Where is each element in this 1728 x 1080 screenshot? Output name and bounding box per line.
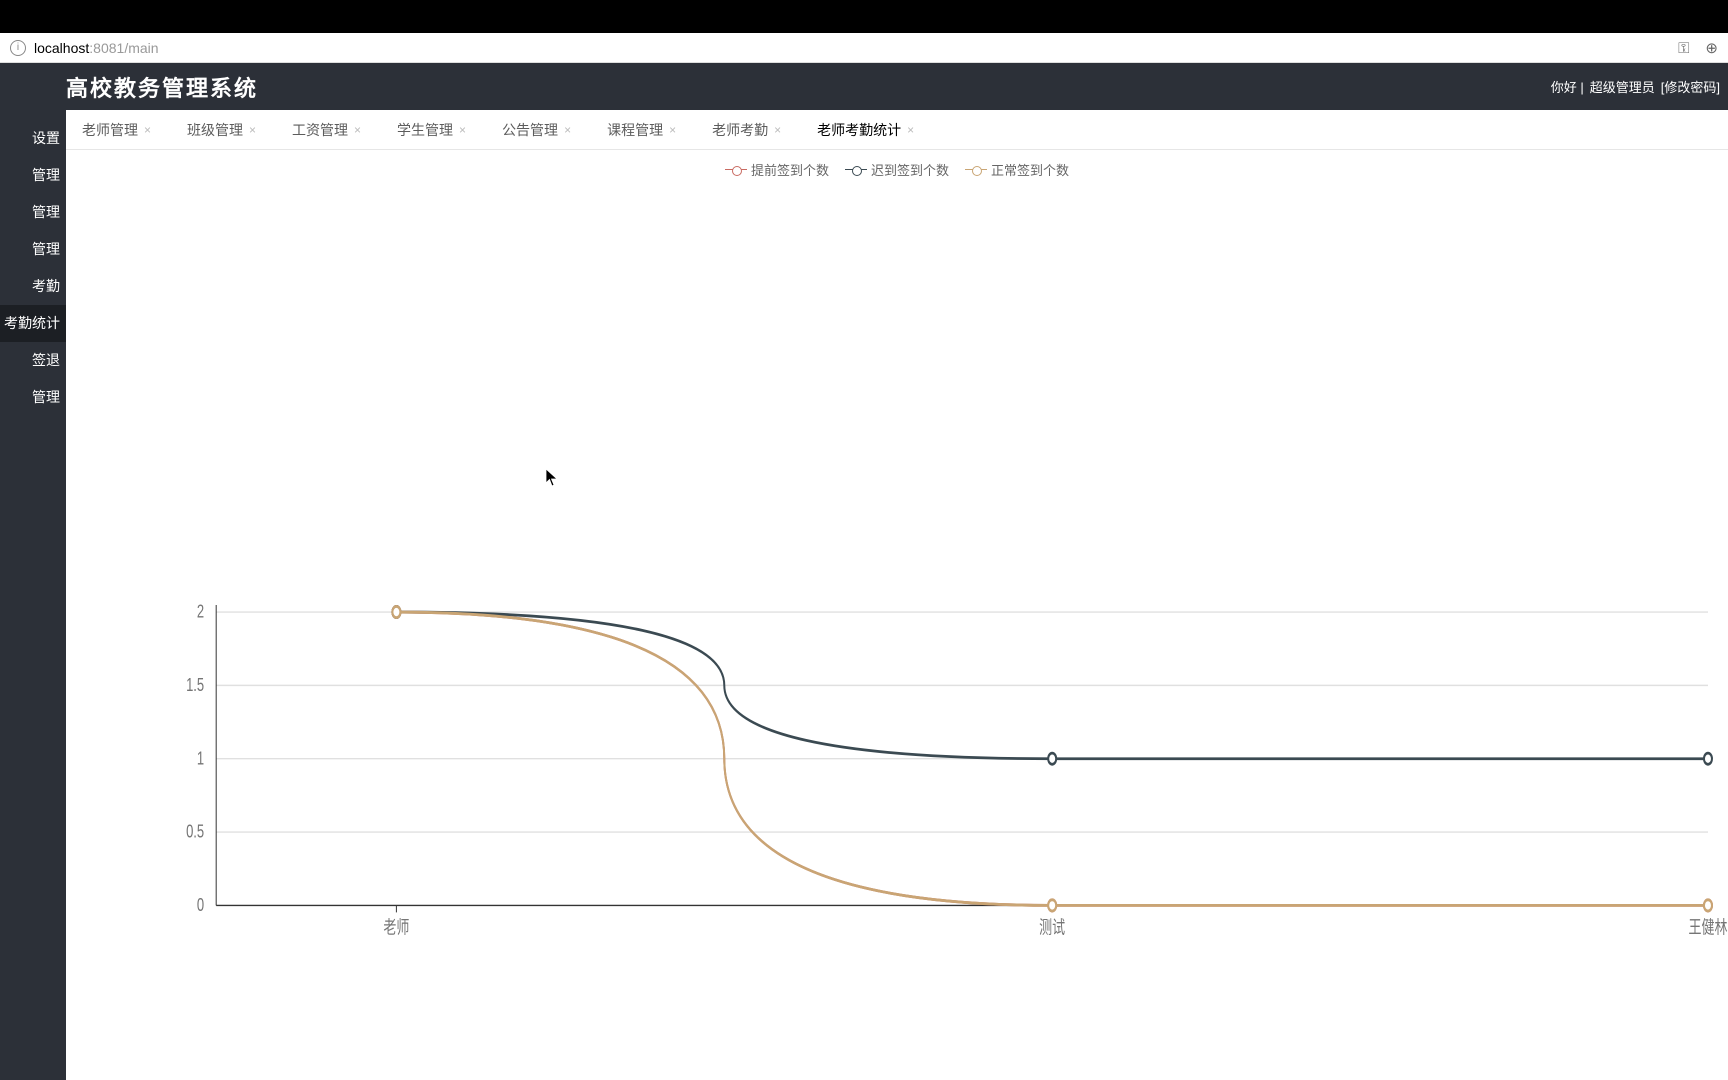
close-icon[interactable]: ×: [249, 123, 256, 137]
tabs-bar: 老师管理×班级管理×工资管理×学生管理×公告管理×课程管理×老师考勤×老师考勤统…: [66, 110, 1728, 150]
legend-item[interactable]: 正常签到个数: [965, 160, 1069, 179]
y-tick-label: 1: [197, 749, 204, 769]
legend-label: 提前签到个数: [751, 160, 829, 179]
window-top-black-bar: [0, 0, 1728, 33]
close-icon[interactable]: ×: [669, 123, 676, 137]
sidebar-item[interactable]: 考勤: [0, 268, 66, 305]
chart-area: 0 0.5 1 1.5 2 老师 测试 王健林: [66, 179, 1728, 1080]
tab[interactable]: 学生管理 ×: [397, 120, 466, 140]
tab[interactable]: 老师管理 ×: [82, 120, 151, 140]
sidebar-item[interactable]: 设置: [0, 120, 66, 157]
tab-label: 工资管理: [292, 120, 348, 140]
tab[interactable]: 老师考勤 ×: [712, 120, 781, 140]
x-tick-label: 测试: [1039, 917, 1065, 938]
close-icon[interactable]: ×: [564, 123, 571, 137]
legend-marker-icon: [725, 165, 747, 175]
close-icon[interactable]: ×: [144, 123, 151, 137]
url-port: :8081: [89, 40, 124, 56]
tab[interactable]: 课程管理 ×: [607, 120, 676, 140]
y-tick-label: 2: [197, 603, 204, 623]
app-title: 高校教务管理系统: [66, 71, 258, 103]
sidebar-item[interactable]: 签退: [0, 342, 66, 379]
tab[interactable]: 班级管理 ×: [187, 120, 256, 140]
data-point[interactable]: [1704, 900, 1712, 911]
chart-legend: 提前签到个数 迟到签到个数 正常签到个数: [66, 150, 1728, 179]
url[interactable]: localhost:8081/main: [34, 40, 1666, 56]
sidebar-item[interactable]: 管理: [0, 157, 66, 194]
legend-label: 正常签到个数: [991, 160, 1069, 179]
tab-label: 老师考勤: [712, 120, 768, 140]
change-password-link[interactable]: [修改密码]: [1661, 77, 1720, 96]
url-path: /main: [124, 40, 158, 56]
tab[interactable]: 公告管理 ×: [502, 120, 571, 140]
url-host: localhost: [34, 40, 89, 56]
sidebar-item[interactable]: 管理: [0, 231, 66, 268]
close-icon[interactable]: ×: [774, 123, 781, 137]
tab[interactable]: 老师考勤统计 ×: [817, 120, 914, 140]
zoom-icon[interactable]: ⊕: [1705, 40, 1718, 57]
data-point[interactable]: [1704, 753, 1712, 764]
legend-marker-icon: [965, 165, 987, 175]
data-point[interactable]: [1048, 753, 1056, 764]
legend-item[interactable]: 迟到签到个数: [845, 160, 949, 179]
tab-label: 班级管理: [187, 120, 243, 140]
x-tick-label: 王健林: [1688, 917, 1727, 938]
tab-label: 学生管理: [397, 120, 453, 140]
legend-item[interactable]: 提前签到个数: [725, 160, 829, 179]
greeting: 你好 |: [1551, 77, 1584, 96]
tab-label: 课程管理: [607, 120, 663, 140]
tab-label: 老师考勤统计: [817, 120, 901, 140]
line-chart: 0 0.5 1 1.5 2 老师 测试 王健林: [66, 179, 1728, 1080]
y-tick-label: 1.5: [186, 676, 204, 696]
close-icon[interactable]: ×: [354, 123, 361, 137]
main-panel: 老师管理×班级管理×工资管理×学生管理×公告管理×课程管理×老师考勤×老师考勤统…: [66, 110, 1728, 1080]
key-icon[interactable]: ⚿: [1678, 40, 1689, 57]
user-role[interactable]: 超级管理员: [1590, 77, 1655, 96]
tab-label: 公告管理: [502, 120, 558, 140]
sidebar-item[interactable]: 管理: [0, 379, 66, 416]
info-icon: i: [10, 40, 26, 56]
legend-marker-icon: [845, 165, 867, 175]
user-area: 你好 | 超级管理员 [修改密码]: [1545, 63, 1720, 110]
tab[interactable]: 工资管理 ×: [292, 120, 361, 140]
browser-address-bar: i localhost:8081/main ⚿ ⊕: [0, 33, 1728, 63]
x-tick-label: 老师: [383, 917, 409, 938]
y-tick-label: 0.5: [186, 823, 204, 843]
data-point[interactable]: [1048, 900, 1056, 911]
y-tick-label: 0: [197, 896, 204, 916]
tab-label: 老师管理: [82, 120, 138, 140]
legend-label: 迟到签到个数: [871, 160, 949, 179]
close-icon[interactable]: ×: [907, 123, 914, 137]
data-point[interactable]: [392, 606, 400, 617]
app-header: 高校教务管理系统 你好 | 超级管理员 [修改密码]: [0, 63, 1728, 110]
close-icon[interactable]: ×: [459, 123, 466, 137]
sidebar: 设置管理管理管理考勤考勤统计签退管理: [0, 110, 66, 1080]
sidebar-item[interactable]: 管理: [0, 194, 66, 231]
sidebar-item[interactable]: 考勤统计: [0, 305, 66, 342]
